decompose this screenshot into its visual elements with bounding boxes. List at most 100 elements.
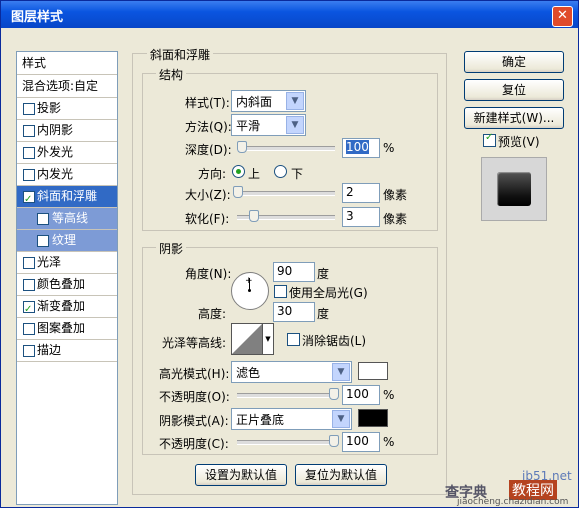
gloss-contour-preview[interactable] xyxy=(231,323,263,355)
style-list-header[interactable]: 样式 xyxy=(17,52,117,75)
style-item-checkbox[interactable] xyxy=(23,169,35,181)
direction-down-label: 下 xyxy=(291,167,304,181)
antialias-label: 消除锯齿(L) xyxy=(302,334,367,348)
style-item-label: 图案叠加 xyxy=(37,321,86,335)
highlight-mode-label: 高光模式(H): xyxy=(159,367,230,381)
angle-unit: 度 xyxy=(317,267,330,281)
make-default-button[interactable]: 设置为默认值 xyxy=(195,464,287,486)
altitude-input[interactable]: 30 xyxy=(273,302,315,322)
shadow-opacity-input[interactable]: 100 xyxy=(342,432,380,452)
style-item-4[interactable]: 斜面和浮雕 xyxy=(17,186,117,210)
altitude-unit: 度 xyxy=(317,307,330,321)
style-item-label: 颜色叠加 xyxy=(37,277,86,291)
style-item-label: 投影 xyxy=(37,101,62,115)
style-item-label: 描边 xyxy=(37,343,62,357)
style-item-checkbox[interactable] xyxy=(23,125,35,137)
soften-unit: 像素 xyxy=(383,212,408,226)
close-button[interactable]: ✕ xyxy=(552,6,573,27)
style-item-8[interactable]: 颜色叠加 xyxy=(17,274,117,296)
style-item-checkbox[interactable] xyxy=(23,189,35,210)
checkmark-icon: ✓ xyxy=(485,132,494,143)
reset-default-button[interactable]: 复位为默认值 xyxy=(295,464,387,486)
style-label: 样式(T): xyxy=(185,96,230,110)
style-item-label: 外发光 xyxy=(37,145,74,159)
shadow-mode-select[interactable]: 正片叠底 ▼ xyxy=(231,408,352,430)
style-item-1[interactable]: 内阴影 xyxy=(17,120,117,142)
style-item-checkbox[interactable] xyxy=(23,257,35,269)
style-item-7[interactable]: 光泽 xyxy=(17,252,117,274)
style-item-checkbox[interactable] xyxy=(23,147,35,159)
style-item-label: 纹理 xyxy=(52,233,77,247)
style-item-checkbox[interactable] xyxy=(23,345,35,357)
shading-title: 阴影 xyxy=(156,240,187,257)
highlight-opacity-slider[interactable] xyxy=(237,393,335,398)
style-item-label: 光泽 xyxy=(37,255,62,269)
style-item-checkbox[interactable] xyxy=(23,279,35,291)
method-select[interactable]: 平滑 ▼ xyxy=(231,114,306,136)
contour-icon xyxy=(232,324,262,354)
preview-checkbox[interactable]: ✓ xyxy=(483,132,496,147)
bevel-emboss-title: 斜面和浮雕 xyxy=(147,46,214,63)
highlight-opacity-thumb[interactable] xyxy=(329,388,339,400)
altitude-label: 高度: xyxy=(198,307,227,321)
gloss-contour-label: 光泽等高线: xyxy=(162,336,227,350)
size-input[interactable]: 2 xyxy=(342,183,380,203)
style-item-checkbox[interactable] xyxy=(23,103,35,115)
angle-label: 角度(N): xyxy=(185,267,232,281)
shadow-color-swatch[interactable] xyxy=(358,409,388,427)
style-item-checkbox[interactable] xyxy=(37,213,49,225)
ok-button[interactable]: 确定 xyxy=(464,51,564,73)
style-item-checkbox[interactable] xyxy=(23,323,35,335)
crosshair-icon: + xyxy=(245,276,253,286)
highlight-mode-select[interactable]: 滤色 ▼ xyxy=(231,361,352,383)
size-slider[interactable] xyxy=(237,191,335,196)
style-item-checkbox[interactable] xyxy=(23,299,35,320)
dialog-title: 图层样式 xyxy=(11,10,64,25)
global-light-checkbox[interactable] xyxy=(274,285,287,298)
blending-options-item[interactable]: 混合选项:自定 xyxy=(17,76,117,98)
chevron-down-icon: ▼ xyxy=(332,410,350,428)
chevron-down-icon: ▼ xyxy=(286,92,304,110)
depth-input[interactable]: 100 xyxy=(342,138,380,158)
watermark-url: jiaocheng.chazidian.com xyxy=(457,497,569,507)
style-item-11[interactable]: 描边 xyxy=(17,340,117,362)
shadow-mode-label: 阴影模式(A): xyxy=(159,414,229,428)
direction-up-radio[interactable] xyxy=(232,165,245,178)
highlight-opacity-label: 不透明度(O): xyxy=(159,390,230,404)
new-style-button[interactable]: 新建样式(W)... xyxy=(464,107,564,129)
style-item-5[interactable]: 等高线 xyxy=(17,208,117,230)
structure-title: 结构 xyxy=(156,66,187,83)
shadow-opacity-slider[interactable] xyxy=(237,440,335,445)
angle-input[interactable]: 90 xyxy=(273,262,315,282)
highlight-opacity-input[interactable]: 100 xyxy=(342,385,380,405)
size-slider-thumb[interactable] xyxy=(233,186,243,198)
style-item-2[interactable]: 外发光 xyxy=(17,142,117,164)
preview-label: 预览(V) xyxy=(498,135,540,149)
global-light-label: 使用全局光(G) xyxy=(289,286,368,300)
antialias-checkbox[interactable] xyxy=(287,333,300,346)
style-item-6[interactable]: 纹理 xyxy=(17,230,117,252)
style-item-0[interactable]: 投影 xyxy=(17,98,117,120)
layer-style-dialog: 图层样式 ✕ 样式 混合选项:自定 投影内阴影外发光内发光斜面和浮雕等高线纹理光… xyxy=(0,0,579,508)
size-label: 大小(Z): xyxy=(185,188,231,202)
style-select[interactable]: 内斜面 ▼ xyxy=(231,90,306,112)
direction-up-label: 上 xyxy=(248,167,261,181)
style-item-9[interactable]: 渐变叠加 xyxy=(17,296,117,320)
depth-unit: % xyxy=(383,141,395,155)
reset-button[interactable]: 复位 xyxy=(464,79,564,101)
contour-dropdown-arrow[interactable]: ▼ xyxy=(262,323,274,355)
style-item-checkbox[interactable] xyxy=(37,235,49,247)
style-item-3[interactable]: 内发光 xyxy=(17,164,117,186)
soften-input[interactable]: 3 xyxy=(342,207,380,227)
style-item-label: 渐变叠加 xyxy=(37,299,86,313)
direction-down-radio[interactable] xyxy=(274,165,287,178)
depth-slider[interactable] xyxy=(237,146,335,151)
highlight-color-swatch[interactable] xyxy=(358,362,388,380)
style-item-10[interactable]: 图案叠加 xyxy=(17,318,117,340)
soften-slider-thumb[interactable] xyxy=(249,210,259,222)
style-preview xyxy=(481,157,547,221)
angle-dial[interactable]: + xyxy=(231,272,269,310)
depth-slider-thumb[interactable] xyxy=(237,141,247,153)
shadow-opacity-thumb[interactable] xyxy=(329,435,339,447)
chevron-down-icon: ▼ xyxy=(332,363,350,381)
